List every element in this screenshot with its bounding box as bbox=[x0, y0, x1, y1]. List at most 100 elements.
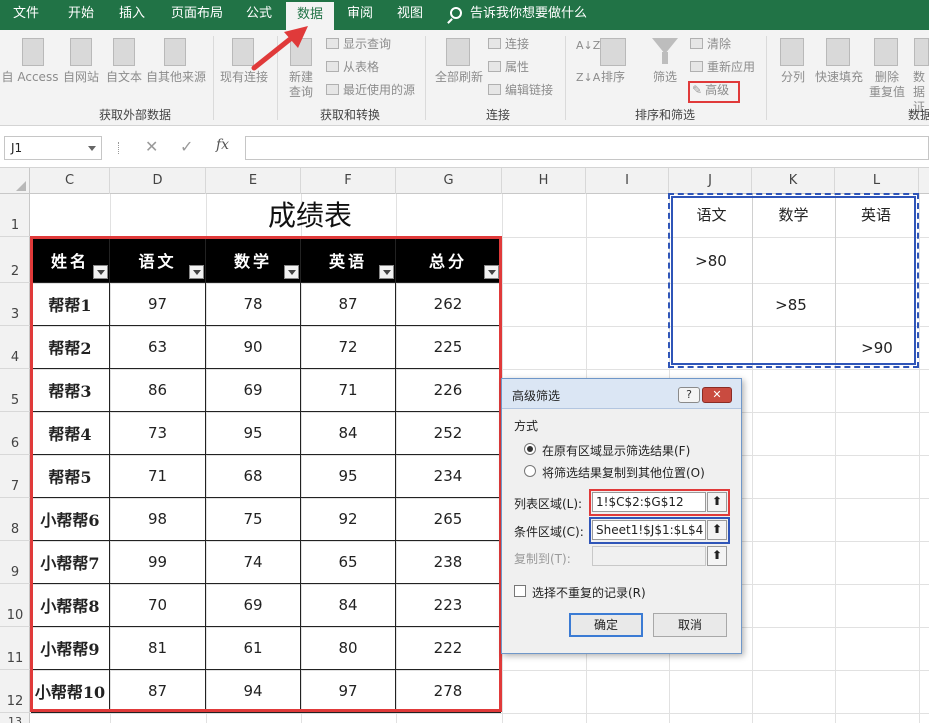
sheet-title[interactable]: 成绩表 bbox=[110, 195, 510, 237]
table-cell-math[interactable]: 74 bbox=[206, 541, 301, 584]
chevron-down-icon[interactable] bbox=[88, 146, 96, 151]
criteria-cell-chinese[interactable]: >80 bbox=[676, 252, 746, 270]
ok-button[interactable]: 确定 bbox=[569, 613, 643, 637]
table-cell-total[interactable]: 278 bbox=[396, 670, 501, 713]
table-cell-name[interactable]: 帮帮5 bbox=[31, 455, 110, 498]
from-text-button[interactable]: 自文本 bbox=[102, 70, 146, 85]
row-header-12[interactable]: 12 bbox=[0, 670, 30, 713]
from-access-button[interactable]: 自 Access bbox=[0, 70, 60, 85]
table-cell-math[interactable]: 75 bbox=[206, 498, 301, 541]
table-cell-math[interactable]: 68 bbox=[206, 455, 301, 498]
table-cell-english[interactable]: 84 bbox=[301, 412, 396, 455]
enter-icon[interactable]: ✓ bbox=[180, 137, 193, 156]
table-cell-chinese[interactable]: 98 bbox=[110, 498, 206, 541]
table-cell-chinese[interactable]: 81 bbox=[110, 627, 206, 670]
criteria-header-chinese[interactable]: 语文 bbox=[672, 204, 751, 225]
row-header-10[interactable]: 10 bbox=[0, 584, 30, 627]
row-header-7[interactable]: 7 bbox=[0, 455, 30, 498]
collapse-dialog-icon[interactable]: ⬆ bbox=[707, 492, 727, 512]
filter-dropdown-icon[interactable] bbox=[484, 265, 499, 279]
table-cell-chinese[interactable]: 63 bbox=[110, 326, 206, 369]
show-queries-button[interactable]: 显示查询 bbox=[326, 36, 391, 52]
criteria-header-english[interactable]: 英语 bbox=[836, 204, 916, 225]
close-button[interactable]: ✕ bbox=[702, 387, 732, 403]
connections-button[interactable]: 连接 bbox=[488, 36, 529, 52]
radio-filter-in-place[interactable] bbox=[524, 443, 536, 455]
table-cell-total[interactable]: 265 bbox=[396, 498, 501, 541]
col-header-e[interactable]: E bbox=[206, 168, 301, 194]
collapse-dialog-icon[interactable]: ⬆ bbox=[707, 520, 727, 540]
new-query-button[interactable]: 新建 查询 bbox=[280, 70, 322, 100]
table-cell-english[interactable]: 84 bbox=[301, 584, 396, 627]
tab-file[interactable]: 文件 bbox=[0, 0, 52, 30]
table-cell-name[interactable]: 帮帮1 bbox=[31, 283, 110, 326]
unique-records-label[interactable]: 选择不重复的记录(R) bbox=[532, 584, 646, 601]
criteria-range-input[interactable]: Sheet1!$J$1:$L$4 bbox=[592, 520, 706, 540]
list-range-input[interactable]: 1!$C$2:$G$12 bbox=[592, 492, 706, 512]
copy-to-input[interactable] bbox=[592, 546, 706, 566]
table-cell-name[interactable]: 帮帮3 bbox=[31, 369, 110, 412]
from-web-button[interactable]: 自网站 bbox=[60, 70, 102, 85]
table-cell-total[interactable]: 222 bbox=[396, 627, 501, 670]
table-cell-math[interactable]: 69 bbox=[206, 369, 301, 412]
table-cell-name[interactable]: 帮帮4 bbox=[31, 412, 110, 455]
table-cell-math[interactable]: 95 bbox=[206, 412, 301, 455]
col-header-l[interactable]: L bbox=[835, 168, 919, 194]
table-cell-name[interactable]: 小帮帮6 bbox=[31, 498, 110, 541]
filter-dropdown-icon[interactable] bbox=[379, 265, 394, 279]
table-cell-english[interactable]: 97 bbox=[301, 670, 396, 713]
row-header-5[interactable]: 5 bbox=[0, 369, 30, 412]
help-button[interactable]: ? bbox=[678, 387, 700, 403]
table-cell-chinese[interactable]: 97 bbox=[110, 283, 206, 326]
col-header-j[interactable]: J bbox=[669, 168, 752, 194]
table-cell-chinese[interactable]: 71 bbox=[110, 455, 206, 498]
insert-function-icon[interactable]: fx bbox=[216, 137, 229, 153]
table-cell-total[interactable]: 238 bbox=[396, 541, 501, 584]
table-cell-total[interactable]: 234 bbox=[396, 455, 501, 498]
col-header-i[interactable]: I bbox=[586, 168, 669, 194]
table-cell-english[interactable]: 65 bbox=[301, 541, 396, 584]
tab-view[interactable]: 视图 bbox=[386, 0, 434, 30]
cancel-button[interactable]: 取消 bbox=[653, 613, 727, 637]
table-cell-chinese[interactable]: 73 bbox=[110, 412, 206, 455]
table-cell-math[interactable]: 61 bbox=[206, 627, 301, 670]
table-cell-english[interactable]: 80 bbox=[301, 627, 396, 670]
table-cell-total[interactable]: 226 bbox=[396, 369, 501, 412]
table-cell-math[interactable]: 69 bbox=[206, 584, 301, 627]
table-cell-name[interactable]: 帮帮2 bbox=[31, 326, 110, 369]
table-cell-english[interactable]: 71 bbox=[301, 369, 396, 412]
row-header-1[interactable]: 1 bbox=[0, 194, 30, 237]
dialog-title-bar[interactable]: 高级筛选 ? ✕ bbox=[502, 379, 741, 409]
table-cell-english[interactable]: 92 bbox=[301, 498, 396, 541]
edit-links-button[interactable]: 编辑链接 bbox=[488, 82, 553, 98]
table-cell-total[interactable]: 225 bbox=[396, 326, 501, 369]
col-header-h[interactable]: H bbox=[502, 168, 586, 194]
row-header-9[interactable]: 9 bbox=[0, 541, 30, 584]
from-table-button[interactable]: 从表格 bbox=[326, 59, 379, 75]
table-cell-math[interactable]: 90 bbox=[206, 326, 301, 369]
clear-filter-button[interactable]: 清除 bbox=[690, 36, 731, 52]
col-header-c[interactable]: C bbox=[30, 168, 110, 194]
table-cell-name[interactable]: 小帮帮8 bbox=[31, 584, 110, 627]
row-header-6[interactable]: 6 bbox=[0, 412, 30, 455]
collapse-dialog-icon[interactable]: ⬆ bbox=[707, 546, 727, 566]
sort-ascending-icon[interactable]: A↓Z bbox=[576, 38, 600, 54]
row-header-8[interactable]: 8 bbox=[0, 498, 30, 541]
table-cell-english[interactable]: 95 bbox=[301, 455, 396, 498]
tell-me-search[interactable]: 告诉我你想要做什么 bbox=[450, 0, 587, 30]
table-cell-chinese[interactable]: 87 bbox=[110, 670, 206, 713]
col-header-g[interactable]: G bbox=[396, 168, 502, 194]
row-header-13[interactable]: 13 bbox=[0, 713, 30, 723]
formula-input[interactable] bbox=[245, 136, 929, 160]
tab-review[interactable]: 审阅 bbox=[336, 0, 384, 30]
radio-filter-in-place-label[interactable]: 在原有区域显示筛选结果(F) bbox=[542, 442, 690, 459]
table-cell-chinese[interactable]: 99 bbox=[110, 541, 206, 584]
table-cell-total[interactable]: 223 bbox=[396, 584, 501, 627]
table-cell-english[interactable]: 87 bbox=[301, 283, 396, 326]
name-box[interactable]: J1 bbox=[4, 136, 102, 160]
text-to-columns-button[interactable]: 分列 bbox=[776, 70, 810, 85]
row-header-3[interactable]: 3 bbox=[0, 283, 30, 326]
filter-dropdown-icon[interactable] bbox=[93, 265, 108, 279]
from-other-sources-button[interactable]: 自其他来源 bbox=[145, 70, 207, 85]
cancel-icon[interactable]: ✕ bbox=[145, 137, 158, 156]
